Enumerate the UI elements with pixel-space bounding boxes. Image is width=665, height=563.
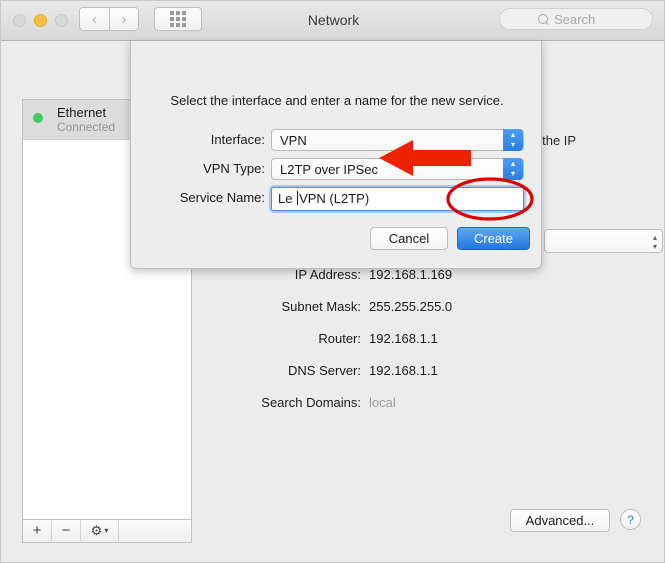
table-row: Subnet Mask: 255.255.255.0 xyxy=(197,299,617,314)
value-after-caret: VPN (L2TP) xyxy=(299,191,370,206)
window-titlebar: ‹ › Network Search xyxy=(1,1,664,41)
status-dot-icon xyxy=(33,113,43,123)
table-row: Search Domains: local xyxy=(197,395,617,410)
services-list-toolbar: + − ⚙ ▾ xyxy=(22,520,192,543)
info-label: IP Address: xyxy=(294,267,361,282)
chevron-down-icon: ▾ xyxy=(104,526,109,535)
table-row: Router: 192.168.1.1 xyxy=(197,331,617,346)
value-before-caret: Le xyxy=(278,191,297,206)
info-label: Search Domains: xyxy=(261,395,361,410)
interface-label: Interface: xyxy=(210,132,265,147)
cancel-button[interactable]: Cancel xyxy=(370,227,448,250)
stepper-arrows-icon: ▴ ▾ xyxy=(652,233,657,251)
new-service-sheet-dialog: Select the interface and enter a name fo… xyxy=(130,41,542,269)
search-input[interactable]: Search xyxy=(499,8,653,30)
vpn-type-label: VPN Type: xyxy=(203,161,265,176)
info-value: 192.168.1.1 xyxy=(369,363,438,378)
advanced-button[interactable]: Advanced... xyxy=(510,509,610,532)
configure-ipv4-popup[interactable]: ▴ ▾ xyxy=(544,229,663,253)
table-row: IP Address: 192.168.1.169 xyxy=(197,267,617,282)
sheet-instruction-text: Select the interface and enter a name fo… xyxy=(170,93,504,108)
info-value: 192.168.1.169 xyxy=(369,267,453,282)
help-button[interactable]: ? xyxy=(620,509,641,530)
service-name-field-label: Service Name: xyxy=(179,190,265,205)
add-service-button[interactable]: + xyxy=(23,520,52,541)
info-label: Router: xyxy=(318,331,361,346)
plus-icon: + xyxy=(32,522,42,539)
network-preferences-window: ‹ › Network Search Ethernet Connected + … xyxy=(0,0,665,563)
service-name-input-value: Le VPN (L2TP) xyxy=(278,188,369,210)
vpn-type-value: L2TP over IPSec xyxy=(280,162,379,177)
gear-icon: ⚙ xyxy=(90,522,103,538)
info-value: 255.255.255.0 xyxy=(369,299,453,314)
preferences-content: Ethernet Connected + − ⚙ ▾ s the IP ▴ ▾ I… xyxy=(1,41,664,562)
table-row: DNS Server: 192.168.1.1 xyxy=(197,363,617,378)
services-action-menu-button[interactable]: ⚙ ▾ xyxy=(81,520,119,541)
remove-service-button[interactable]: − xyxy=(52,520,81,541)
info-value: local xyxy=(369,395,396,410)
create-button[interactable]: Create xyxy=(457,227,530,250)
text-cursor xyxy=(297,191,299,205)
search-icon xyxy=(538,13,549,25)
interface-select[interactable]: VPN ▴ ▾ xyxy=(271,129,524,151)
service-name-input[interactable]: Le VPN (L2TP) xyxy=(271,187,524,211)
interface-value: VPN xyxy=(280,133,307,148)
minus-icon: − xyxy=(61,522,71,539)
info-value: 192.168.1.1 xyxy=(369,331,438,346)
search-placeholder: Search xyxy=(554,11,596,27)
stepper-arrows-icon: ▴ ▾ xyxy=(503,129,523,151)
info-label: DNS Server: xyxy=(288,363,361,378)
vpn-type-select[interactable]: L2TP over IPSec ▴ ▾ xyxy=(271,158,524,180)
info-label: Subnet Mask: xyxy=(281,299,362,314)
stepper-arrows-icon: ▴ ▾ xyxy=(503,158,523,180)
